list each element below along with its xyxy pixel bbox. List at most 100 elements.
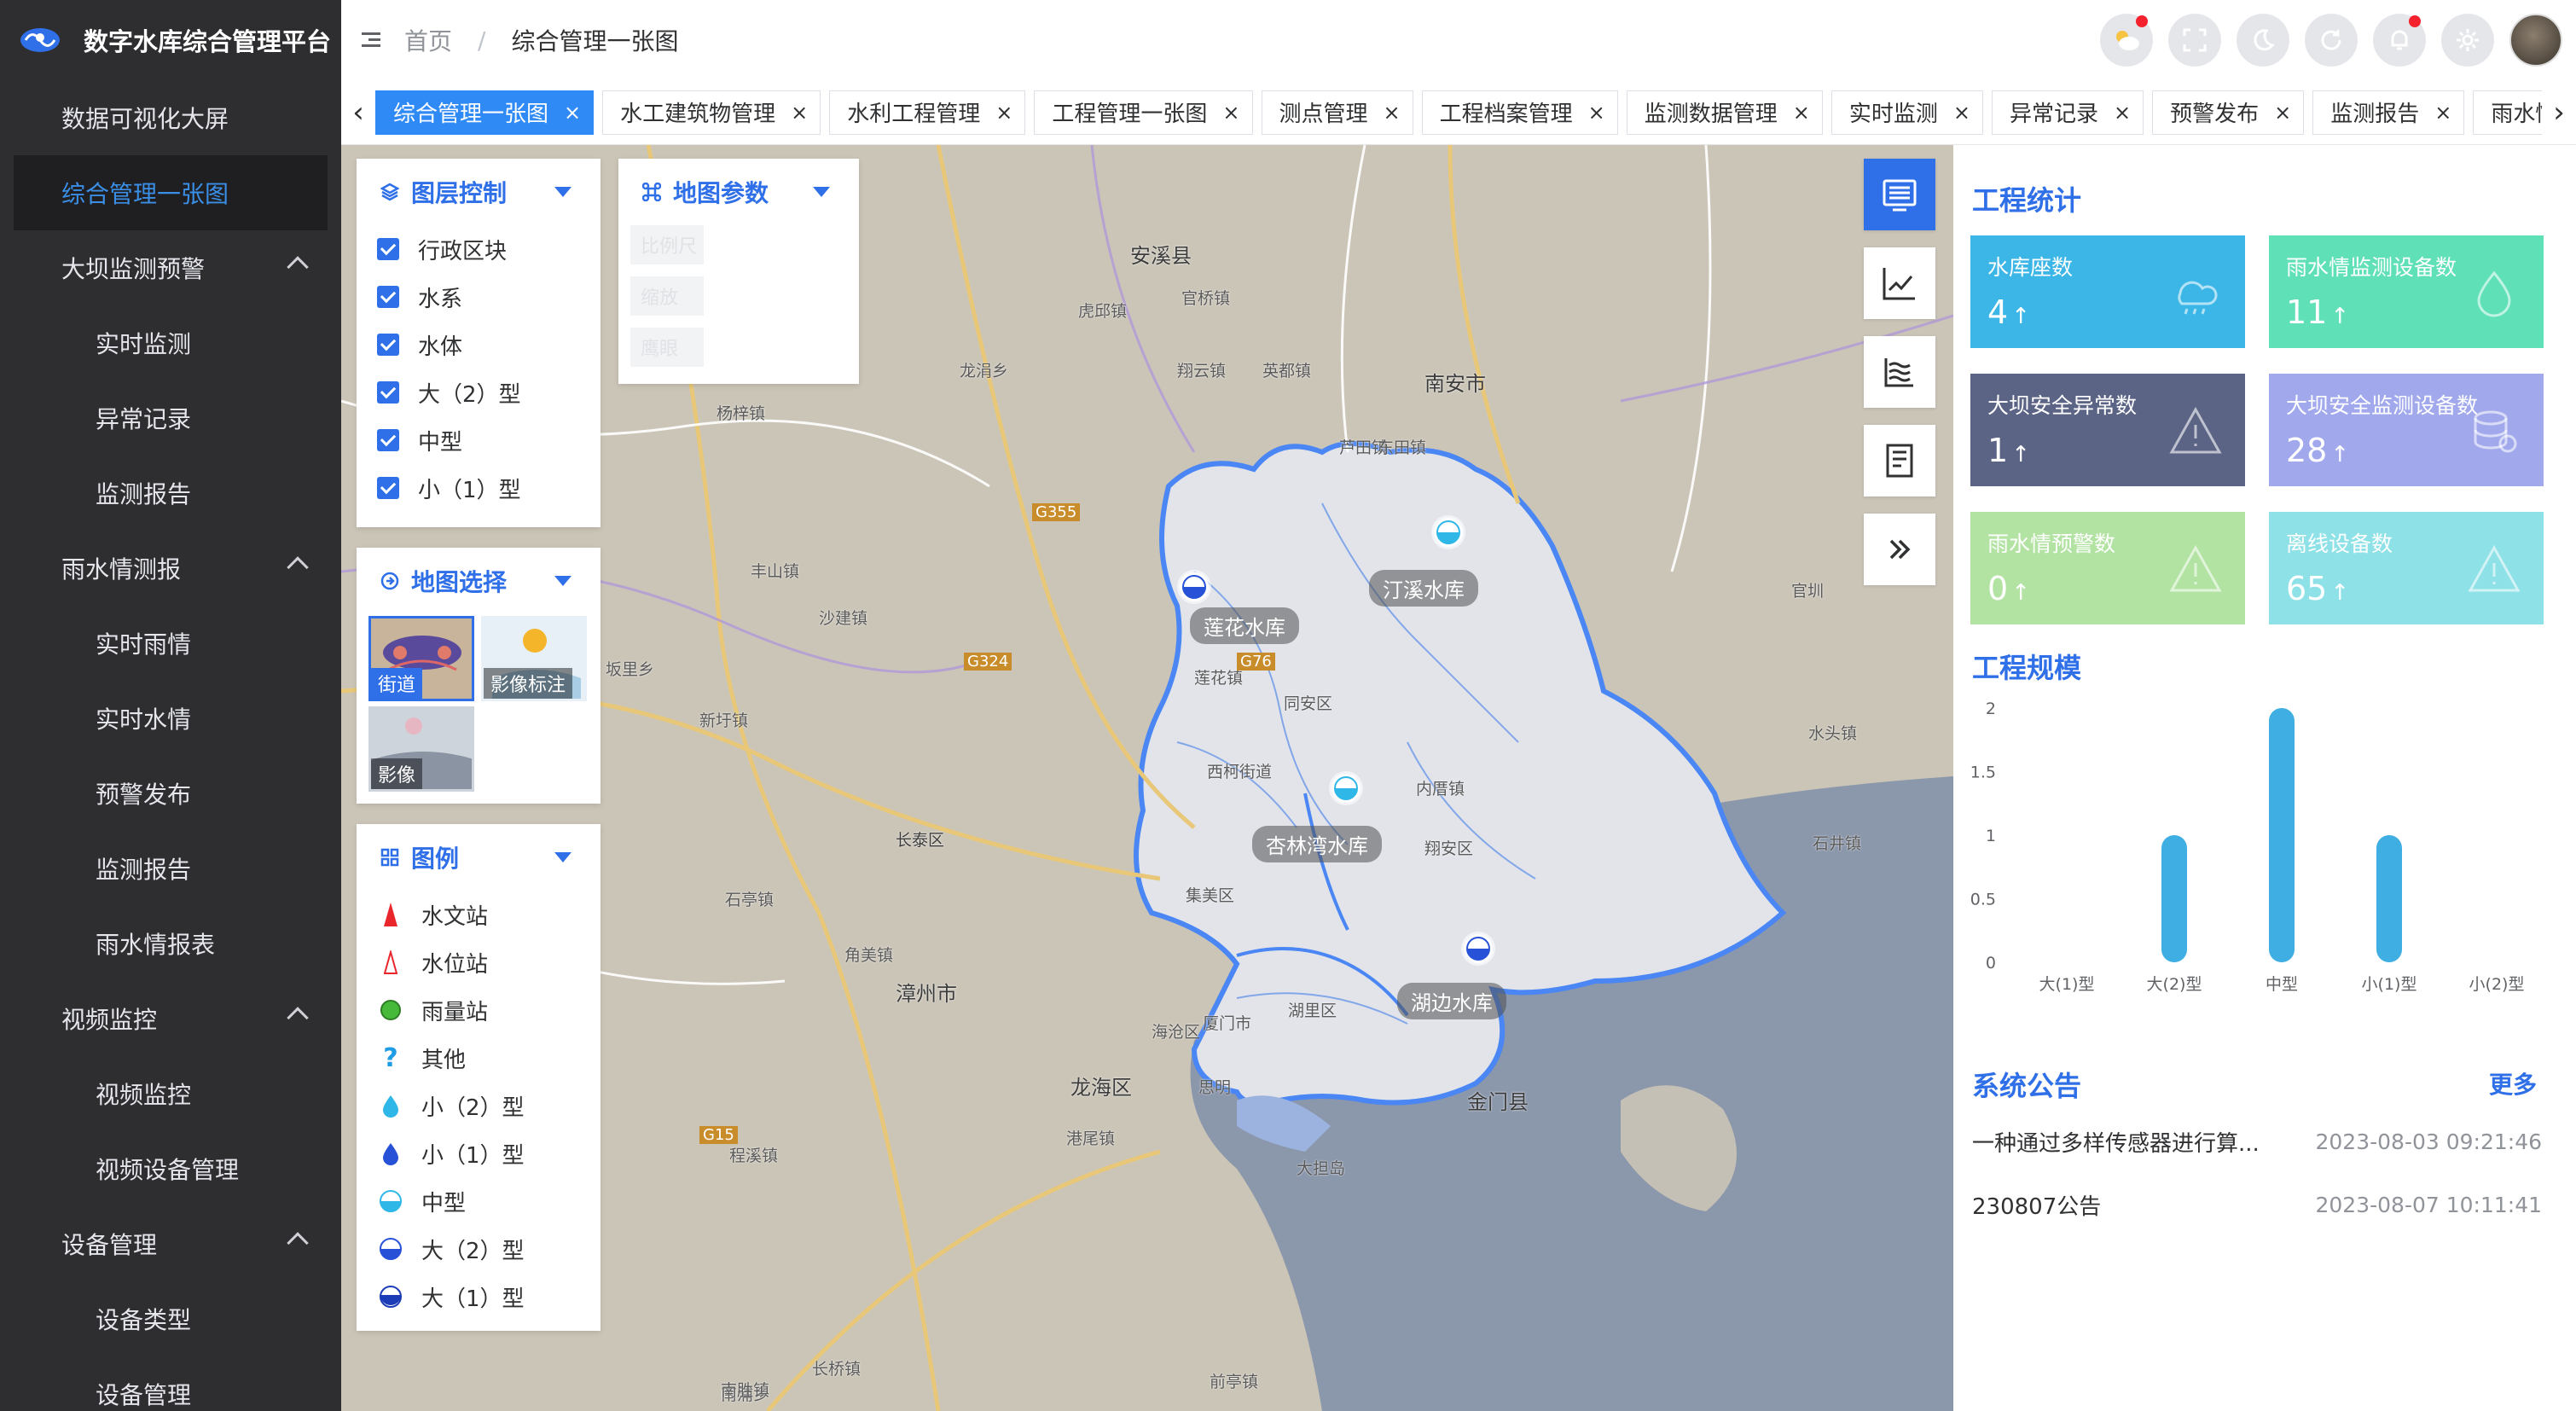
checkbox[interactable] (377, 334, 399, 356)
layer-control-header[interactable]: 图层控制 (357, 159, 600, 225)
tab[interactable]: 预警发布 × (2152, 90, 2305, 135)
map-option-street[interactable]: 街道 (368, 616, 474, 701)
sidebar-item[interactable]: 设备管理 (0, 1206, 341, 1281)
overview-button[interactable]: 鹰眼 (630, 328, 704, 367)
sidebar-item[interactable]: 设备类型 (0, 1281, 341, 1356)
tab[interactable]: 测点管理 × (1261, 90, 1413, 135)
sidebar-item[interactable]: 数据可视化大屏 (0, 80, 341, 155)
sidebar-item[interactable]: 实时水情 (0, 681, 341, 756)
reservoir-marker-icon[interactable] (1180, 572, 1209, 601)
sidebar-item[interactable]: 综合管理一张图 (14, 155, 328, 230)
tab[interactable]: 工程档案管理 × (1421, 90, 1618, 135)
tab[interactable]: 综合管理一张图 × (375, 90, 595, 135)
map-params-header[interactable]: 地图参数 (618, 159, 859, 225)
reservoir-label[interactable]: 杏林湾水库 (1252, 826, 1382, 862)
stat-card[interactable]: 大坝安全监测设备数 28 ↑ (2269, 374, 2544, 486)
sidebar-item[interactable]: 监测报告 (0, 831, 341, 906)
scale-bar-button[interactable]: 比例尺 (630, 225, 704, 264)
menu-toggle-icon[interactable] (362, 32, 380, 48)
tab[interactable]: 异常记录 × (1992, 90, 2144, 135)
water-level-button[interactable] (1864, 336, 1935, 408)
refresh-icon[interactable] (2305, 14, 2358, 67)
reservoir-label[interactable]: 汀溪水库 (1369, 570, 1478, 607)
tab-close-icon[interactable]: × (1222, 101, 1239, 125)
stat-card[interactable]: 大坝安全异常数 1 ↑ (1970, 374, 2245, 486)
settings-icon[interactable] (2441, 14, 2494, 67)
sidebar-item[interactable]: 异常记录 (0, 380, 341, 456)
checkbox[interactable] (377, 238, 399, 260)
checkbox[interactable] (377, 286, 399, 308)
bar[interactable] (2269, 708, 2295, 962)
sidebar-item[interactable]: 设备管理 (0, 1356, 341, 1411)
tabs-next-icon[interactable]: › (2542, 80, 2576, 145)
collapse-arrow-icon[interactable] (554, 852, 571, 862)
fullscreen-icon[interactable] (2168, 14, 2221, 67)
stat-card[interactable]: 离线设备数 65 ↑ (2269, 512, 2544, 624)
tab[interactable]: 实时监测 × (1830, 90, 1983, 135)
zoom-button[interactable]: 缩放 (630, 276, 704, 316)
chart-trend-button[interactable] (1864, 247, 1935, 319)
map-select-header[interactable]: 地图选择 (357, 548, 600, 614)
collapse-arrow-icon[interactable] (554, 187, 571, 197)
reservoir-label[interactable]: 莲花水库 (1190, 607, 1299, 644)
tab-close-icon[interactable]: × (2274, 101, 2291, 125)
stat-card[interactable]: 水库座数 4 ↑ (1970, 235, 2245, 348)
tab-close-icon[interactable]: × (791, 101, 808, 125)
list-view-button[interactable] (1864, 159, 1935, 230)
checkbox[interactable] (377, 381, 399, 404)
sidebar-item[interactable]: 视频监控 (0, 1056, 341, 1131)
dark-mode-icon[interactable] (2237, 14, 2289, 67)
sidebar-item[interactable]: 大坝监测预警 (0, 230, 341, 305)
sidebar-item[interactable]: 监测报告 (0, 456, 341, 531)
collapse-arrow-icon[interactable] (813, 187, 830, 197)
tab-close-icon[interactable]: × (1384, 101, 1401, 125)
layer-checkbox-row[interactable]: 大（2）型 (357, 369, 600, 416)
tabs-prev-icon[interactable]: ‹ (341, 80, 375, 145)
breadcrumb-home[interactable]: 首页 (404, 23, 452, 57)
layer-checkbox-row[interactable]: 小（1）型 (357, 464, 600, 512)
notices-more-link[interactable]: 更多 (2489, 1066, 2537, 1100)
notification-icon[interactable] (2373, 14, 2426, 67)
tab[interactable]: 监测数据管理 × (1626, 90, 1823, 135)
notice-item[interactable]: 一种通过多样传感器进行算... 2023-08-03 09:21:46 (1972, 1111, 2542, 1172)
reservoir-marker-icon[interactable] (1434, 518, 1463, 547)
collapse-arrow-icon[interactable] (554, 576, 571, 586)
checkbox[interactable] (377, 429, 399, 451)
bar[interactable] (2376, 835, 2402, 962)
sidebar-item[interactable]: 实时监测 (0, 305, 341, 380)
map-option-image[interactable]: 影像 (368, 706, 474, 792)
tab-close-icon[interactable]: × (1953, 101, 1970, 125)
tab[interactable]: 水利工程管理 × (829, 90, 1026, 135)
expand-panel-button[interactable] (1864, 514, 1935, 585)
tab-close-icon[interactable]: × (2114, 101, 2131, 125)
tab[interactable]: 工程管理一张图 × (1034, 90, 1253, 135)
tab[interactable]: 监测报告 × (2312, 90, 2465, 135)
layer-checkbox-row[interactable]: 行政区块 (357, 225, 600, 273)
weather-icon[interactable] (2100, 14, 2153, 67)
avatar[interactable] (2509, 14, 2562, 67)
map-area[interactable]: 安溪县 南安市 长泰区 漳州市 龙海区 集美区 同安区 翔安区 海沧区 厦门市 思明 湖里区 金门县 大担… (341, 145, 1953, 1411)
bar[interactable] (2161, 835, 2187, 962)
sidebar-item[interactable]: 雨水情报表 (0, 906, 341, 981)
sidebar-item[interactable]: 视频监控 (0, 981, 341, 1056)
map-option-image-label[interactable]: 影像标注 (481, 616, 587, 701)
reservoir-marker-icon[interactable] (1464, 934, 1493, 963)
tab-close-icon[interactable]: × (995, 101, 1012, 125)
stat-card[interactable]: 雨水情监测设备数 11 ↑ (2269, 235, 2544, 348)
tab[interactable]: 雨水情报 (2473, 90, 2542, 135)
stat-card[interactable]: 雨水情预警数 0 ↑ (1970, 512, 2245, 624)
tab-close-icon[interactable]: × (1588, 101, 1605, 125)
reservoir-label[interactable]: 湖边水库 (1397, 983, 1506, 1019)
layer-checkbox-row[interactable]: 水体 (357, 321, 600, 369)
tab-close-icon[interactable]: × (1793, 101, 1810, 125)
checkbox[interactable] (377, 477, 399, 499)
legend-header[interactable]: 图例 (357, 824, 600, 891)
notice-item[interactable]: 230807公告 2023-08-07 10:11:41 (1972, 1174, 2542, 1235)
sidebar-item[interactable]: 雨水情测报 (0, 531, 341, 606)
layer-checkbox-row[interactable]: 水系 (357, 273, 600, 321)
tab-close-icon[interactable]: × (564, 101, 581, 125)
document-button[interactable] (1864, 425, 1935, 496)
sidebar-item[interactable]: 实时雨情 (0, 606, 341, 681)
tab-close-icon[interactable]: × (2434, 101, 2451, 125)
layer-checkbox-row[interactable]: 中型 (357, 416, 600, 464)
